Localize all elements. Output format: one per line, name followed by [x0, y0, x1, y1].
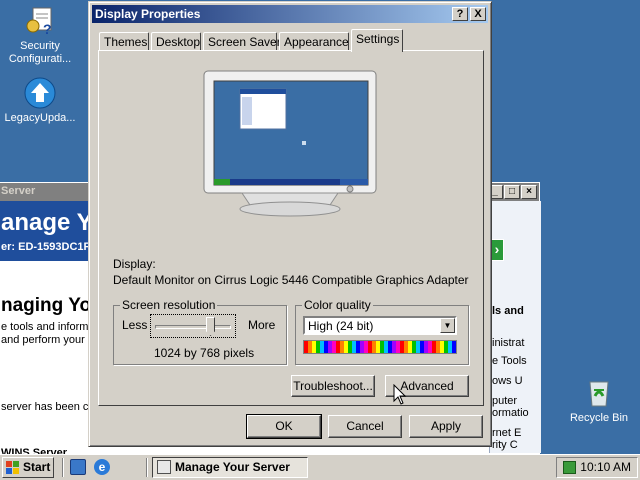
ok-button[interactable]: OK: [246, 414, 322, 439]
close-button[interactable]: X: [470, 7, 486, 21]
bg-right-pane: › ls and inistrat e Tools ows U puter or…: [489, 201, 541, 453]
start-button[interactable]: Start: [2, 457, 54, 478]
start-label: Start: [23, 460, 51, 474]
bg-text: and perform your c: [1, 334, 94, 346]
bg-right-link[interactable]: ormatio: [492, 407, 529, 419]
taskbar: Start e Manage Your Server 10:10 AM: [0, 454, 640, 480]
screen-resolution-label: Screen resolution: [120, 298, 218, 312]
network-tray-icon[interactable]: [563, 461, 576, 474]
tab-themes[interactable]: Themes: [99, 32, 149, 51]
color-spectrum-bar: [303, 340, 457, 354]
desktop-icon-label: Recycle Bin: [569, 412, 629, 424]
bg-right-link[interactable]: inistrat: [492, 337, 524, 349]
chevron-down-icon[interactable]: ▼: [440, 318, 455, 333]
tab-desktop[interactable]: Desktop: [151, 32, 201, 51]
tab-screen-saver[interactable]: Screen Saver: [203, 32, 281, 51]
tab-settings[interactable]: Settings: [351, 29, 403, 52]
next-arrow-icon[interactable]: ›: [490, 239, 504, 261]
help-button[interactable]: ?: [452, 7, 468, 21]
color-quality-value: High (24 bit): [308, 319, 374, 333]
color-quality-select[interactable]: High (24 bit) ▼: [303, 316, 457, 335]
desktop-icon-label: LegacyUpda...: [4, 112, 76, 124]
display-label: Display:: [113, 257, 156, 271]
tab-appearance[interactable]: Appearance: [279, 32, 349, 51]
desktop-icon-legacy-update[interactable]: LegacyUpda...: [2, 76, 78, 125]
system-tray: 10:10 AM: [556, 457, 638, 478]
less-label: Less: [122, 318, 148, 332]
bg-text: server has been co: [1, 401, 95, 413]
desktop-icon-recycle-bin[interactable]: Recycle Bin: [561, 376, 637, 425]
cancel-button[interactable]: Cancel: [328, 415, 402, 438]
dialog-titlebar[interactable]: Display Properties ? X: [92, 5, 488, 23]
security-config-icon: ?: [23, 4, 57, 38]
bg-subheading: naging Yo: [1, 295, 92, 316]
settings-panel: Display: Default Monitor on Cirrus Logic…: [98, 50, 484, 406]
bg-server-line: er: ED-1593DC1F4: [1, 241, 97, 253]
bg-right-link[interactable]: rity C: [492, 439, 518, 451]
manage-server-icon: [157, 460, 171, 474]
screen-resolution-group: Screen resolution Less More 1024 by 768 …: [113, 298, 287, 365]
bg-right-link[interactable]: ows U: [492, 375, 523, 387]
clock[interactable]: 10:10 AM: [580, 460, 631, 474]
monitor-preview: [202, 69, 378, 229]
taskbar-item-manage-your-server[interactable]: Manage Your Server: [152, 457, 308, 478]
color-quality-label: Color quality: [302, 298, 373, 312]
bg-right-link[interactable]: e Tools: [492, 355, 527, 367]
display-adapter-value: Default Monitor on Cirrus Logic 5446 Com…: [113, 273, 469, 287]
maximize-button[interactable]: □: [504, 185, 520, 199]
resolution-value: 1024 by 768 pixels: [154, 346, 255, 360]
quick-launch-divider: [62, 458, 64, 477]
bg-right-link[interactable]: rnet E: [492, 427, 521, 439]
slider-track: [155, 325, 231, 329]
close-button[interactable]: ×: [521, 185, 537, 199]
svg-text:?: ?: [43, 21, 52, 37]
bg-window-title: Server: [1, 185, 36, 197]
desktop-icon-label: Configurati...: [8, 53, 72, 65]
bg-page-heading: anage Y: [1, 209, 93, 236]
apply-button[interactable]: Apply: [409, 415, 483, 438]
dialog-title: Display Properties: [95, 7, 201, 21]
desktop-icon-security-config[interactable]: ? Security Configurati...: [2, 4, 78, 66]
bg-text: e tools and inform: [1, 321, 89, 333]
troubleshoot-button[interactable]: Troubleshoot...: [291, 375, 375, 397]
bg-right-link[interactable]: puter: [492, 395, 517, 407]
taskbar-item-label: Manage Your Server: [175, 460, 290, 474]
desktop-icon-label: Security: [20, 40, 60, 52]
color-quality-group: Color quality High (24 bit) ▼: [295, 298, 469, 365]
resolution-slider[interactable]: [150, 314, 236, 338]
legacy-update-icon: [23, 76, 57, 110]
mouse-cursor-icon: [393, 383, 407, 409]
display-properties-dialog[interactable]: Display Properties ? X Themes Desktop Sc…: [88, 1, 492, 447]
windows-logo-icon: [6, 461, 20, 474]
recycle-bin-icon: [582, 376, 616, 410]
slider-thumb[interactable]: [206, 317, 215, 336]
quick-launch-ie-icon[interactable]: e: [94, 459, 110, 475]
bg-right-heading: ls and: [492, 305, 524, 317]
quick-launch-divider: [146, 458, 148, 477]
quick-launch-server-icon[interactable]: [70, 459, 86, 475]
more-label: More: [248, 318, 276, 332]
